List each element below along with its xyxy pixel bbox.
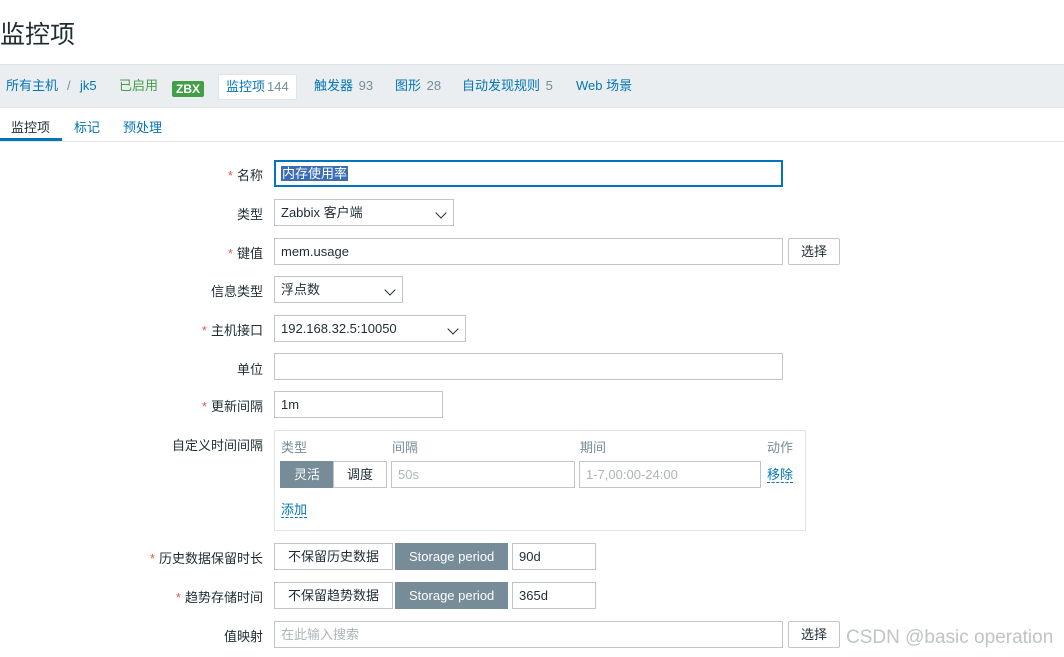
units-input[interactable] <box>274 353 783 380</box>
key-label: * 键值 <box>228 243 263 262</box>
chevron-down-icon <box>435 207 447 219</box>
breadcrumb-separator: / <box>67 78 71 93</box>
scheduling-toggle[interactable]: 调度 <box>333 461 388 488</box>
tab-discovery-rules[interactable]: 自动发现规则 5 <box>462 78 553 94</box>
value-map-label: 值映射 <box>223 629 263 644</box>
add-interval-link[interactable]: 添加 <box>281 502 308 518</box>
flex-period-placeholder: 1-7,00:00-24:00 <box>586 467 678 482</box>
subtab-tags[interactable]: 标记 <box>74 117 100 136</box>
flex-period-input[interactable]: 1-7,00:00-24:00 <box>579 461 761 488</box>
tab-discovery-label: 自动发现规则 <box>462 78 541 93</box>
remove-interval-link[interactable]: 移除 <box>767 467 794 483</box>
chevron-down-icon <box>384 284 396 296</box>
required-asterisk: * <box>201 399 207 414</box>
flex-interval-input[interactable]: 50s <box>391 461 575 488</box>
info-type-select-value: 浮点数 <box>281 282 321 297</box>
host-status-enabled[interactable]: 已启用 <box>119 78 158 94</box>
interface-select[interactable]: 192.168.32.5:10050 <box>274 315 466 342</box>
col-header-period: 期间 <box>580 440 607 455</box>
info-type-label: 信息类型 <box>210 284 263 299</box>
watermark: CSDN @basic operation <box>846 627 1054 648</box>
name-input-value: 内存使用率 <box>281 166 349 181</box>
trends-label-text: 趋势存储时间 <box>184 590 263 605</box>
trends-period-input[interactable]: 365d <box>512 582 596 609</box>
tab-discovery-count: 5 <box>545 78 553 93</box>
type-select-value: Zabbix 客户端 <box>281 205 363 220</box>
key-input[interactable]: mem.usage <box>274 238 783 265</box>
type-label: 类型 <box>236 207 263 222</box>
units-label: 单位 <box>236 362 263 377</box>
required-asterisk: * <box>201 323 207 338</box>
col-header-action: 动作 <box>767 440 794 455</box>
flexible-toggle[interactable]: 灵活 <box>280 461 335 488</box>
history-storage-period-toggle[interactable]: Storage period <box>395 543 509 570</box>
required-asterisk: * <box>227 246 233 261</box>
update-interval-label-text: 更新间隔 <box>210 399 263 414</box>
info-type-select[interactable]: 浮点数 <box>274 276 403 303</box>
history-label-text: 历史数据保留时长 <box>158 551 263 566</box>
flex-interval-placeholder: 50s <box>398 467 419 482</box>
zbx-availability-badge: ZBX <box>172 81 204 97</box>
tab-items[interactable]: 监控项 144 <box>218 74 297 100</box>
form-tabs: 监控项 标记 预处理 <box>0 108 1064 142</box>
tab-triggers-count: 93 <box>358 78 374 93</box>
chevron-down-icon <box>447 323 459 335</box>
interface-label: * 主机接口 <box>202 320 263 339</box>
trends-label: * 趋势存储时间 <box>176 587 263 606</box>
update-interval-input[interactable]: 1m <box>274 391 443 418</box>
custom-intervals-label: 自定义时间间隔 <box>171 438 263 453</box>
active-tab-indicator <box>0 138 62 141</box>
tab-graphs[interactable]: 图形 28 <box>395 78 441 94</box>
tab-items-label: 监控项 <box>226 79 266 94</box>
required-asterisk: * <box>227 168 233 183</box>
value-map-placeholder: 在此输入搜索 <box>281 627 360 642</box>
name-input[interactable]: 内存使用率 <box>274 160 783 187</box>
tab-triggers-label: 触发器 <box>314 78 354 93</box>
name-label: * 名称 <box>228 165 263 184</box>
col-header-interval: 间隔 <box>392 440 419 455</box>
custom-intervals-table: 类型 间隔 期间 动作 灵活 调度 50s 1-7,00:00-24:00 移除… <box>274 430 806 531</box>
required-asterisk: * <box>149 551 155 566</box>
subtab-item[interactable]: 监控项 <box>11 117 50 136</box>
name-label-text: 名称 <box>236 168 263 183</box>
tab-graphs-count: 28 <box>426 78 442 93</box>
history-period-input[interactable]: 90d <box>512 543 596 570</box>
breadcrumb-all-hosts[interactable]: 所有主机 <box>6 78 58 94</box>
required-asterisk: * <box>175 590 181 605</box>
update-interval-label: * 更新间隔 <box>202 396 263 415</box>
interface-label-text: 主机接口 <box>210 323 263 338</box>
tab-graphs-label: 图形 <box>395 78 422 93</box>
value-map-select-button[interactable]: 选择 <box>788 621 841 648</box>
trends-no-keep-toggle[interactable]: 不保留趋势数据 <box>274 582 394 609</box>
breadcrumb-host[interactable]: jk5 <box>80 78 97 94</box>
key-label-text: 键值 <box>236 246 263 261</box>
page-title: 监控项 <box>0 21 76 49</box>
interface-select-value: 192.168.32.5:10050 <box>281 321 397 336</box>
tab-items-count: 144 <box>267 79 289 94</box>
value-map-input[interactable]: 在此输入搜索 <box>274 621 783 648</box>
subtab-preprocessing[interactable]: 预处理 <box>123 117 162 136</box>
tab-triggers[interactable]: 触发器 93 <box>314 78 373 94</box>
breadcrumb: 所有主机 / jk5 已启用 ZBX 监控项 144 触发器 93 图形 28 自… <box>0 64 1064 108</box>
key-select-button[interactable]: 选择 <box>788 238 841 265</box>
history-no-keep-toggle[interactable]: 不保留历史数据 <box>274 543 394 570</box>
history-label: * 历史数据保留时长 <box>150 548 263 567</box>
type-select[interactable]: Zabbix 客户端 <box>274 199 454 226</box>
col-header-type: 类型 <box>281 440 308 455</box>
trends-storage-period-toggle[interactable]: Storage period <box>395 582 509 609</box>
tab-web-scenarios[interactable]: Web 场景 <box>576 78 632 94</box>
